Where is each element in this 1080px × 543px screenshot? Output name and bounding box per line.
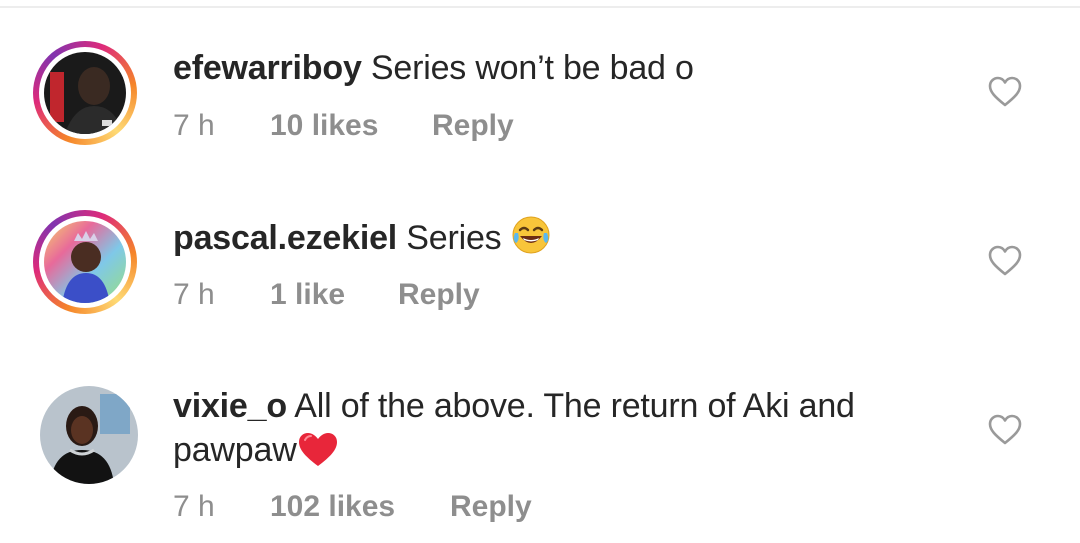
crowned-child-avatar-icon (44, 221, 126, 303)
comment-text: pascal.ezekiel Series (173, 215, 933, 260)
reply-button[interactable]: Reply (432, 108, 514, 144)
top-divider (0, 6, 1080, 8)
comment-username[interactable]: vixie_o (173, 387, 287, 425)
comment-time: 7 h (173, 278, 215, 311)
tears-of-joy-emoji-icon (512, 216, 550, 254)
avatar[interactable] (40, 386, 138, 484)
reply-button[interactable]: Reply (398, 277, 480, 313)
avatar[interactable] (33, 41, 137, 145)
avatar[interactable] (33, 210, 137, 314)
comment-text: efewarriboy Series won’t be bad o (173, 46, 933, 90)
comment-body: Series won’t be bad o (370, 49, 694, 87)
comment-username[interactable]: pascal.ezekiel (173, 219, 397, 257)
like-heart-icon[interactable] (988, 414, 1022, 446)
comment-text-continued: pawpaw (173, 428, 933, 472)
comment-body: Series (406, 219, 502, 257)
album-cover-avatar-icon (44, 52, 126, 134)
red-heart-emoji-icon (298, 433, 337, 466)
comment-username[interactable]: efewarriboy (173, 49, 362, 87)
reply-button[interactable]: Reply (450, 489, 532, 525)
comment-likes[interactable]: 10 likes (270, 108, 378, 144)
comment-likes[interactable]: 102 likes (270, 489, 395, 525)
woman-photo-avatar-icon (40, 386, 138, 484)
comment-time: 7 h (173, 490, 215, 523)
comment-time: 7 h (173, 109, 215, 142)
comment-text: vixie_o All of the above. The return of … (173, 384, 933, 428)
comment-body-continued: pawpaw (173, 431, 297, 469)
like-heart-icon[interactable] (988, 76, 1022, 108)
like-heart-icon[interactable] (988, 245, 1022, 277)
comment-body: All of the above. The return of Aki and (294, 387, 855, 425)
comment-likes[interactable]: 1 like (270, 277, 345, 313)
